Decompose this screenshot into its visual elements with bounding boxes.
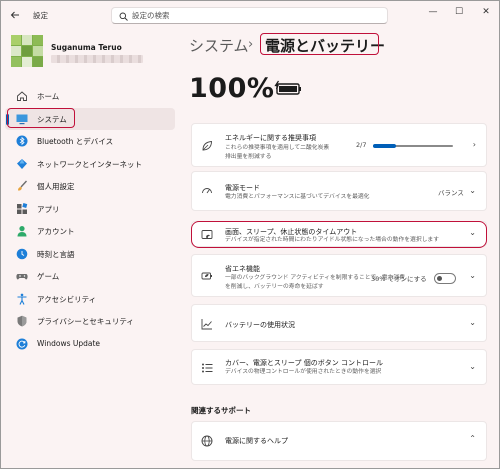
power-help-title: 電源に関するヘルプ: [225, 437, 288, 445]
power-mode-icon: [202, 188, 212, 194]
apps-icon: [17, 202, 28, 214]
sidebar-item-time-language[interactable]: 時刻と言語: [5, 243, 175, 266]
accessibility-icon: [17, 293, 27, 305]
energy-recommendations-desc-2: 排出量を削減する: [225, 153, 272, 160]
power-mode-value[interactable]: バランス: [438, 187, 464, 197]
sidebar-item-windows-update[interactable]: Windows Update: [5, 333, 175, 356]
windows-update-icon: [16, 338, 28, 349]
user-email-redacted: [51, 55, 143, 63]
sidebar-nav: ホーム システム Bluetooth とデバイス ネットワークとインターネット …: [5, 85, 175, 355]
avatar: [11, 35, 43, 67]
minimize-button[interactable]: —: [422, 5, 444, 19]
energy-saver-toggle[interactable]: [434, 273, 456, 284]
sidebar-item-label: ゲーム: [37, 272, 60, 281]
title-bar: 設定 — ☐ ✕: [1, 1, 499, 29]
time-language-icon: [16, 248, 28, 259]
system-icon: [16, 114, 28, 124]
sidebar-item-label: ネットワークとインターネット: [37, 159, 142, 169]
sidebar-item-gaming[interactable]: ゲーム: [5, 265, 175, 288]
sidebar-item-privacy[interactable]: プライバシーとセキュリティ: [5, 310, 175, 333]
user-profile[interactable]: Suganuma Teruo: [11, 35, 181, 75]
sidebar-item-label: アプリ: [37, 204, 60, 214]
chart-icon: [201, 319, 212, 330]
chevron-right-icon: ›: [472, 140, 476, 149]
globe-icon: [201, 435, 213, 447]
sidebar-item-network[interactable]: ネットワークとインターネット: [5, 153, 175, 176]
sidebar-item-label: システム: [37, 114, 67, 124]
energy-saver-desc-2: を削減し、バッテリーの寿命を延ばす: [225, 283, 324, 290]
sidebar-item-system[interactable]: システム: [5, 107, 175, 130]
recommendations-progress-fill: [373, 144, 396, 148]
settings-window: 設定 — ☐ ✕ Suganuma Teruo ホーム: [0, 0, 500, 469]
battery-charging-icon: [274, 80, 301, 95]
sidebar-item-apps[interactable]: アプリ: [5, 198, 175, 221]
brush-icon: [18, 180, 28, 191]
back-button[interactable]: [9, 9, 21, 21]
power-help-card[interactable]: 電源に関するヘルプ ⌃: [191, 421, 487, 461]
battery-percent: 100%: [189, 73, 275, 104]
recommendations-progress: [373, 144, 453, 148]
battery-usage-title: バッテリーの使用状況: [225, 321, 295, 329]
power-mode-card[interactable]: 電源モード 電力消費とパフォーマンスに基づいてデバイスを最適化 バランス ⌄: [191, 171, 487, 211]
back-arrow-icon: [10, 11, 19, 19]
app-title: 設定: [33, 11, 48, 20]
battery-usage-card[interactable]: バッテリーの使用状況 ⌄: [191, 304, 487, 342]
energy-recommendations-desc-1: これらの推奨事項を適用して二酸化炭素: [225, 145, 330, 151]
sidebar-item-label: ホーム: [37, 92, 60, 101]
sidebar-item-bluetooth[interactable]: Bluetooth とデバイス: [5, 130, 175, 153]
account-icon: [17, 226, 27, 237]
recommendations-count: 2/7: [356, 141, 367, 149]
power-mode-desc: 電力消費とパフォーマンスに基づいてデバイスを最適化: [225, 194, 370, 200]
search-icon: [119, 12, 128, 21]
lid-power-buttons-card[interactable]: カバー、電源とスリープ 個のボタン コントロール デバイスの物理コントロールが使…: [191, 349, 487, 385]
lid-power-buttons-desc: デバイスの物理コントロールが使用されたときの動作を選択: [225, 369, 382, 375]
sidebar-item-accessibility[interactable]: アクセシビリティ: [5, 288, 175, 311]
user-name: Suganuma Teruo: [51, 43, 122, 52]
button-controls-icon: [202, 363, 213, 373]
chevron-down-icon[interactable]: ⌄: [469, 228, 476, 237]
maximize-button[interactable]: ☐: [448, 5, 470, 19]
bluetooth-icon: [16, 135, 28, 147]
screen-sleep-icon: [201, 230, 213, 239]
chevron-down-icon[interactable]: ⌄: [469, 186, 476, 195]
sidebar-item-label: アカウント: [37, 227, 75, 236]
energy-recommendations-title: エネルギーに関する推奨事項: [225, 134, 316, 142]
sidebar-item-label: プライバシーとセキュリティ: [37, 317, 134, 326]
sidebar-item-label: アクセシビリティ: [37, 294, 97, 304]
sidebar-item-home[interactable]: ホーム: [5, 85, 175, 108]
network-icon: [17, 158, 27, 169]
chevron-down-icon[interactable]: ⌄: [469, 362, 476, 371]
chevron-down-icon[interactable]: ⌄: [469, 318, 476, 327]
screen-sleep-desc: デバイスが指定された時間にわたりアイドル状態になった場合の動作を選択します: [225, 237, 440, 243]
search-box[interactable]: [111, 7, 388, 24]
sidebar-item-personalization[interactable]: 個人用設定: [5, 175, 175, 198]
shield-icon: [17, 315, 27, 327]
gaming-icon: [16, 274, 28, 280]
energy-saver-title: 省エネ機能: [225, 265, 260, 273]
search-input[interactable]: [132, 9, 382, 22]
sidebar-item-accounts[interactable]: アカウント: [5, 220, 175, 243]
sidebar-item-label: 個人用設定: [37, 182, 75, 191]
screen-sleep-timeout-card[interactable]: 画面、スリープ、休止状態のタイムアウト デバイスが指定された時間にわたりアイドル…: [191, 221, 487, 247]
sidebar-item-label: Bluetooth とデバイス: [37, 137, 114, 146]
sidebar-item-label: 時刻と言語: [37, 249, 75, 259]
chevron-down-icon[interactable]: ⌄: [469, 271, 476, 280]
energy-saver-value: 30% でオンにする: [371, 275, 427, 283]
chevron-up-icon[interactable]: ⌃: [469, 434, 476, 443]
breadcrumb-separator: ›: [248, 37, 254, 52]
leaf-icon: [202, 141, 212, 151]
page-title: 電源とバッテリー: [265, 37, 386, 55]
sidebar-item-label: Windows Update: [37, 338, 101, 348]
home-icon: [17, 91, 27, 101]
power-mode-title: 電源モード: [225, 184, 260, 192]
close-button[interactable]: ✕: [475, 5, 497, 19]
energy-saver-icon: [201, 272, 212, 280]
breadcrumb-parent[interactable]: システム: [189, 35, 249, 56]
related-support-heading: 関連するサポート: [191, 406, 251, 415]
lid-power-buttons-title: カバー、電源とスリープ 個のボタン コントロール: [225, 359, 383, 367]
